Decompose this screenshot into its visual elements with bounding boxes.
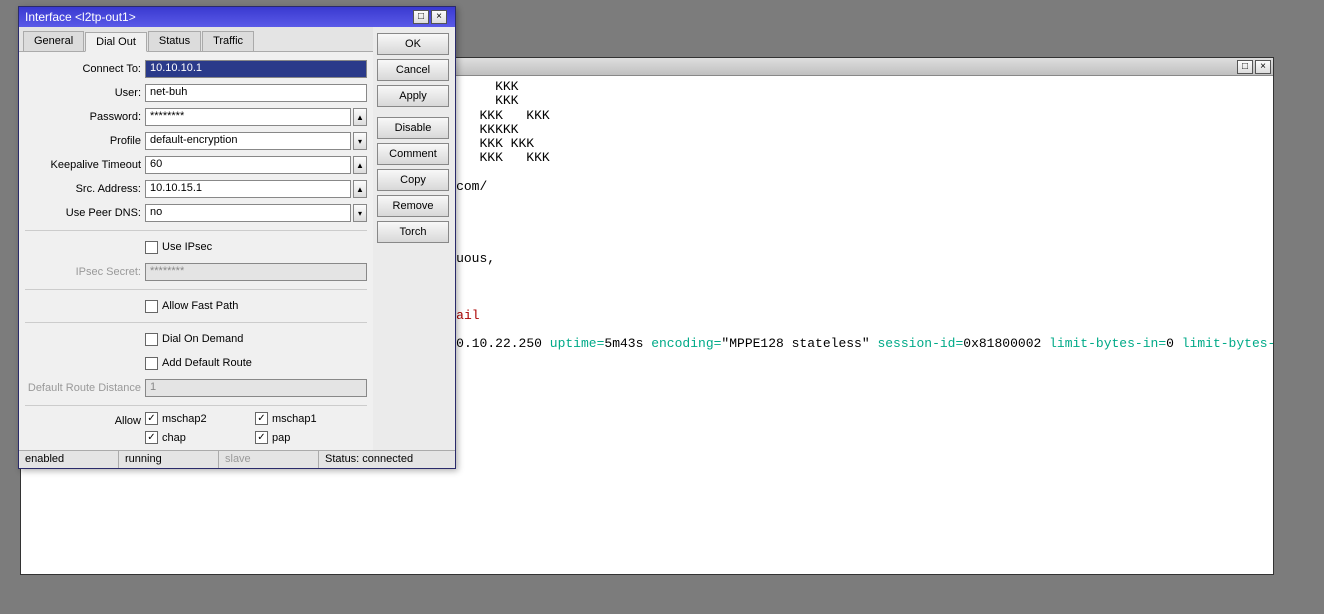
apply-button[interactable]: Apply [377,85,449,107]
status-running: running [119,451,219,468]
dial-out-form: Connect To: 10.10.10.1 User: net-buh Pas… [19,52,373,450]
connect-to-input[interactable]: 10.10.10.1 [145,60,367,78]
remove-button[interactable]: Remove [377,195,449,217]
src-address-label: Src. Address: [25,183,145,195]
chap-checkbox[interactable] [145,431,158,444]
status-slave: slave [219,451,319,468]
terminal-close-icon[interactable]: × [1255,60,1271,74]
use-peer-dns-dropdown-icon[interactable]: ▾ [353,204,367,222]
mschap2-checkbox[interactable] [145,412,158,425]
src-address-up-icon[interactable]: ▲ [353,180,367,198]
tab-traffic[interactable]: Traffic [202,31,254,51]
profile-label: Profile [25,135,145,147]
dialog-titlebar[interactable]: Interface <l2tp-out1> □ × [19,7,455,27]
dial-on-demand-checkbox[interactable] [145,333,158,346]
use-peer-dns-select[interactable]: no [145,204,351,222]
dialog-statusbar: enabled running slave Status: connected [19,450,455,468]
default-route-distance-label: Default Route Distance [25,382,145,394]
allow-fast-path-checkbox[interactable] [145,300,158,313]
interface-dialog: Interface <l2tp-out1> □ × General Dial O… [18,6,456,469]
comment-button[interactable]: Comment [377,143,449,165]
profile-dropdown-icon[interactable]: ▾ [353,132,367,150]
password-label: Password: [25,111,145,123]
terminal-maximize-icon[interactable]: □ [1237,60,1253,74]
dialog-close-icon[interactable]: × [431,10,447,24]
disable-button[interactable]: Disable [377,117,449,139]
torch-button[interactable]: Torch [377,221,449,243]
copy-button[interactable]: Copy [377,169,449,191]
status-enabled: enabled [19,451,119,468]
allow-label: Allow [25,412,145,427]
dialog-title-text: Interface <l2tp-out1> [25,10,136,24]
ipsec-secret-input: ******** [145,263,367,281]
tab-dial-out[interactable]: Dial Out [85,32,147,52]
status-connected: Status: connected [319,451,455,468]
cancel-button[interactable]: Cancel [377,59,449,81]
use-ipsec-checkbox[interactable] [145,241,158,254]
dial-on-demand-label: Dial On Demand [162,333,243,345]
user-input[interactable]: net-buh [145,84,367,102]
dialog-actions: OK Cancel Apply Disable Comment Copy Rem… [373,27,455,450]
dialog-maximize-icon[interactable]: □ [413,10,429,24]
use-peer-dns-label: Use Peer DNS: [25,207,145,219]
keepalive-label: Keepalive Timeout [25,159,145,171]
add-default-route-label: Add Default Route [162,357,252,369]
add-default-route-checkbox[interactable] [145,357,158,370]
pap-checkbox[interactable] [255,431,268,444]
user-label: User: [25,87,145,99]
tab-status[interactable]: Status [148,31,201,51]
allow-fast-path-label: Allow Fast Path [162,300,238,312]
password-input[interactable]: ******** [145,108,351,126]
dialog-tabs: General Dial Out Status Traffic [19,27,373,52]
ipsec-secret-label: IPsec Secret: [25,266,145,278]
keepalive-up-icon[interactable]: ▲ [353,156,367,174]
connect-to-label: Connect To: [25,63,145,75]
default-route-distance-input: 1 [145,379,367,397]
ok-button[interactable]: OK [377,33,449,55]
mschap1-checkbox[interactable] [255,412,268,425]
tab-general[interactable]: General [23,31,84,51]
src-address-input[interactable]: 10.10.15.1 [145,180,351,198]
profile-select[interactable]: default-encryption [145,132,351,150]
keepalive-input[interactable]: 60 [145,156,351,174]
use-ipsec-label: Use IPsec [162,241,212,253]
password-up-icon[interactable]: ▲ [353,108,367,126]
